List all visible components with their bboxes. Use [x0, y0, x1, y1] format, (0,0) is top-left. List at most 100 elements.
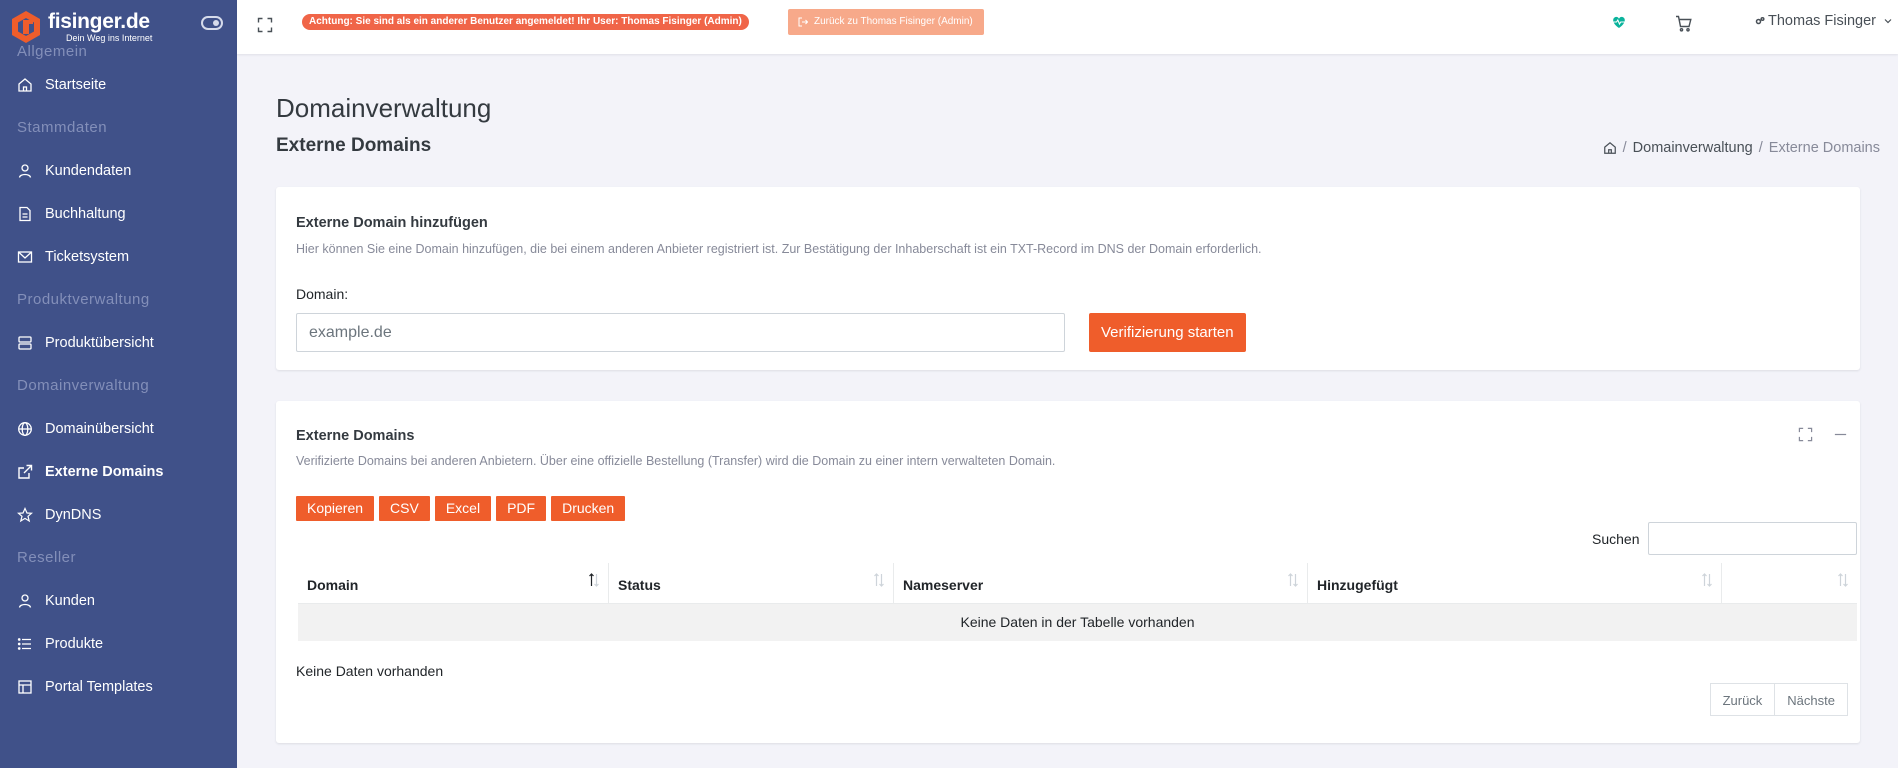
fullscreen-icon[interactable]: [1798, 427, 1813, 442]
sidebar-item-label: Kundendaten: [45, 162, 132, 179]
search-label: Suchen: [1592, 531, 1640, 547]
table-header: Domain Status Nameserver Hinzugefügt: [298, 563, 1857, 604]
excel-button[interactable]: Excel: [434, 496, 492, 521]
sort-icon: [1702, 573, 1712, 587]
column-nameserver[interactable]: Nameserver: [894, 563, 1308, 603]
external-domains-description: Verifizierte Domains bei anderen Anbiete…: [296, 454, 1056, 468]
sidebar-item-startseite[interactable]: Startseite: [0, 63, 237, 106]
sidebar-item-kundendaten[interactable]: Kundendaten: [0, 149, 237, 192]
sidebar-item-label: Externe Domains: [45, 463, 164, 480]
back-to-admin-button[interactable]: Zurück zu Thomas Fisinger (Admin): [788, 9, 984, 35]
page-subtitle: Externe Domains: [276, 135, 432, 156]
logout-icon: [798, 17, 808, 27]
sidebar: fisinger.de Dein Weg ins Internet Allgem…: [0, 0, 237, 768]
home-icon: [18, 77, 32, 92]
sidebar-toggle-icon[interactable]: [201, 16, 223, 30]
fullscreen-icon[interactable]: [257, 17, 273, 33]
user-name: Thomas Fisinger: [1768, 13, 1876, 29]
domains-table: Domain Status Nameserver Hinzugefügt Kei…: [298, 563, 1857, 641]
sidebar-item-externe-domains[interactable]: Externe Domains: [0, 450, 237, 493]
verify-button[interactable]: Verifizierung starten: [1089, 313, 1246, 352]
breadcrumb-current: Externe Domains: [1768, 140, 1880, 156]
sidebar-item-kunden[interactable]: Kunden: [0, 579, 237, 622]
sidebar-item-portal-templates[interactable]: Portal Templates: [0, 665, 237, 708]
section-domainverwaltung: Domainverwaltung: [17, 377, 150, 394]
sidebar-item-domainuebersicht[interactable]: Domainübersicht: [0, 407, 237, 450]
gear-icon: [1755, 16, 1765, 25]
list-icon: [17, 637, 31, 650]
column-added[interactable]: Hinzugefügt: [1308, 563, 1722, 603]
home-icon[interactable]: [1603, 141, 1617, 155]
table-empty-row: Keine Daten in der Tabelle vorhanden: [298, 604, 1857, 641]
sidebar-item-label: Portal Templates: [45, 678, 153, 695]
external-link-icon: [18, 464, 33, 479]
pagination: Zurück Nächste: [1709, 683, 1848, 716]
external-domains-title: Externe Domains: [296, 428, 415, 444]
sidebar-item-label: Produkte: [45, 635, 104, 652]
page-title: Domainverwaltung: [276, 93, 492, 123]
breadcrumb: / Domainverwaltung / Externe Domains: [1603, 140, 1880, 156]
sort-icon: [1288, 573, 1298, 587]
breadcrumb-separator: /: [1758, 140, 1763, 156]
column-domain[interactable]: Domain: [298, 563, 609, 603]
breadcrumb-separator: /: [1622, 140, 1627, 156]
sidebar-item-label: Buchhaltung: [45, 205, 126, 222]
sidebar-item-produktuebersicht[interactable]: Produktübersicht: [0, 321, 237, 364]
layout-icon: [18, 679, 32, 694]
globe-icon: [18, 421, 32, 436]
section-allgemein: Allgemein: [17, 43, 88, 60]
table-info: Keine Daten vorhanden: [296, 663, 444, 679]
document-icon: [19, 206, 31, 221]
section-reseller: Reseller: [17, 549, 77, 566]
user-icon: [18, 593, 32, 608]
search-input[interactable]: [1648, 522, 1857, 555]
next-page-button[interactable]: Nächste: [1775, 683, 1848, 716]
sidebar-item-label: Kunden: [45, 592, 95, 609]
domain-input[interactable]: [296, 313, 1065, 352]
topbar: Achtung: Sie sind als ein anderer Benutz…: [237, 0, 1898, 54]
sidebar-item-produkte[interactable]: Produkte: [0, 622, 237, 665]
chevron-down-icon: [1884, 19, 1892, 24]
sort-icon: [1838, 573, 1848, 587]
sidebar-item-label: Startseite: [45, 76, 107, 93]
mail-icon: [17, 250, 33, 263]
column-actions[interactable]: [1722, 563, 1857, 603]
column-label: Status: [618, 577, 661, 593]
column-label: Nameserver: [903, 577, 984, 593]
pdf-button[interactable]: PDF: [496, 496, 547, 521]
previous-page-button[interactable]: Zurück: [1709, 683, 1776, 716]
sidebar-item-label: Ticketsystem: [45, 248, 130, 265]
heart-pulse-icon[interactable]: [1611, 14, 1627, 30]
cart-icon[interactable]: [1675, 15, 1692, 32]
sort-asc-icon: [589, 573, 599, 587]
column-label: Hinzugefügt: [1317, 577, 1398, 593]
section-stammdaten: Stammdaten: [17, 119, 108, 136]
minimize-icon[interactable]: [1833, 427, 1848, 442]
sidebar-item-dyndns[interactable]: DynDNS: [0, 493, 237, 536]
add-domain-description: Hier können Sie eine Domain hinzufügen, …: [296, 242, 1262, 256]
csv-button[interactable]: CSV: [379, 496, 430, 521]
sidebar-item-buchhaltung[interactable]: Buchhaltung: [0, 192, 237, 235]
domain-field-label: Domain:: [296, 286, 349, 302]
sidebar-item-label: Produktübersicht: [45, 334, 154, 351]
column-status[interactable]: Status: [609, 563, 894, 603]
column-label: Domain: [307, 577, 359, 593]
section-produktverwaltung: Produktverwaltung: [17, 291, 150, 308]
add-domain-card: Externe Domain hinzufügen Hier können Si…: [276, 187, 1860, 370]
card-tools: [1798, 427, 1848, 442]
user-icon: [18, 163, 32, 178]
star-icon: [17, 506, 33, 522]
print-button[interactable]: Drucken: [551, 496, 626, 521]
sidebar-item-ticketsystem[interactable]: Ticketsystem: [0, 235, 237, 278]
user-menu[interactable]: Thomas Fisinger: [1755, 13, 1893, 29]
copy-button[interactable]: Kopieren: [296, 496, 375, 521]
external-domains-card: Externe Domains Verifizierte Domains bei…: [276, 401, 1860, 743]
sidebar-item-label: DynDNS: [45, 506, 102, 523]
brand-name: fisinger.de: [48, 10, 150, 33]
add-domain-title: Externe Domain hinzufügen: [296, 215, 488, 231]
export-buttons: Kopieren CSV Excel PDF Drucken: [296, 496, 626, 521]
back-to-admin-label: Zurück zu Thomas Fisinger (Admin): [814, 16, 973, 27]
sort-icon: [874, 573, 884, 587]
breadcrumb-parent[interactable]: Domainverwaltung: [1633, 140, 1753, 156]
server-icon: [18, 335, 32, 350]
